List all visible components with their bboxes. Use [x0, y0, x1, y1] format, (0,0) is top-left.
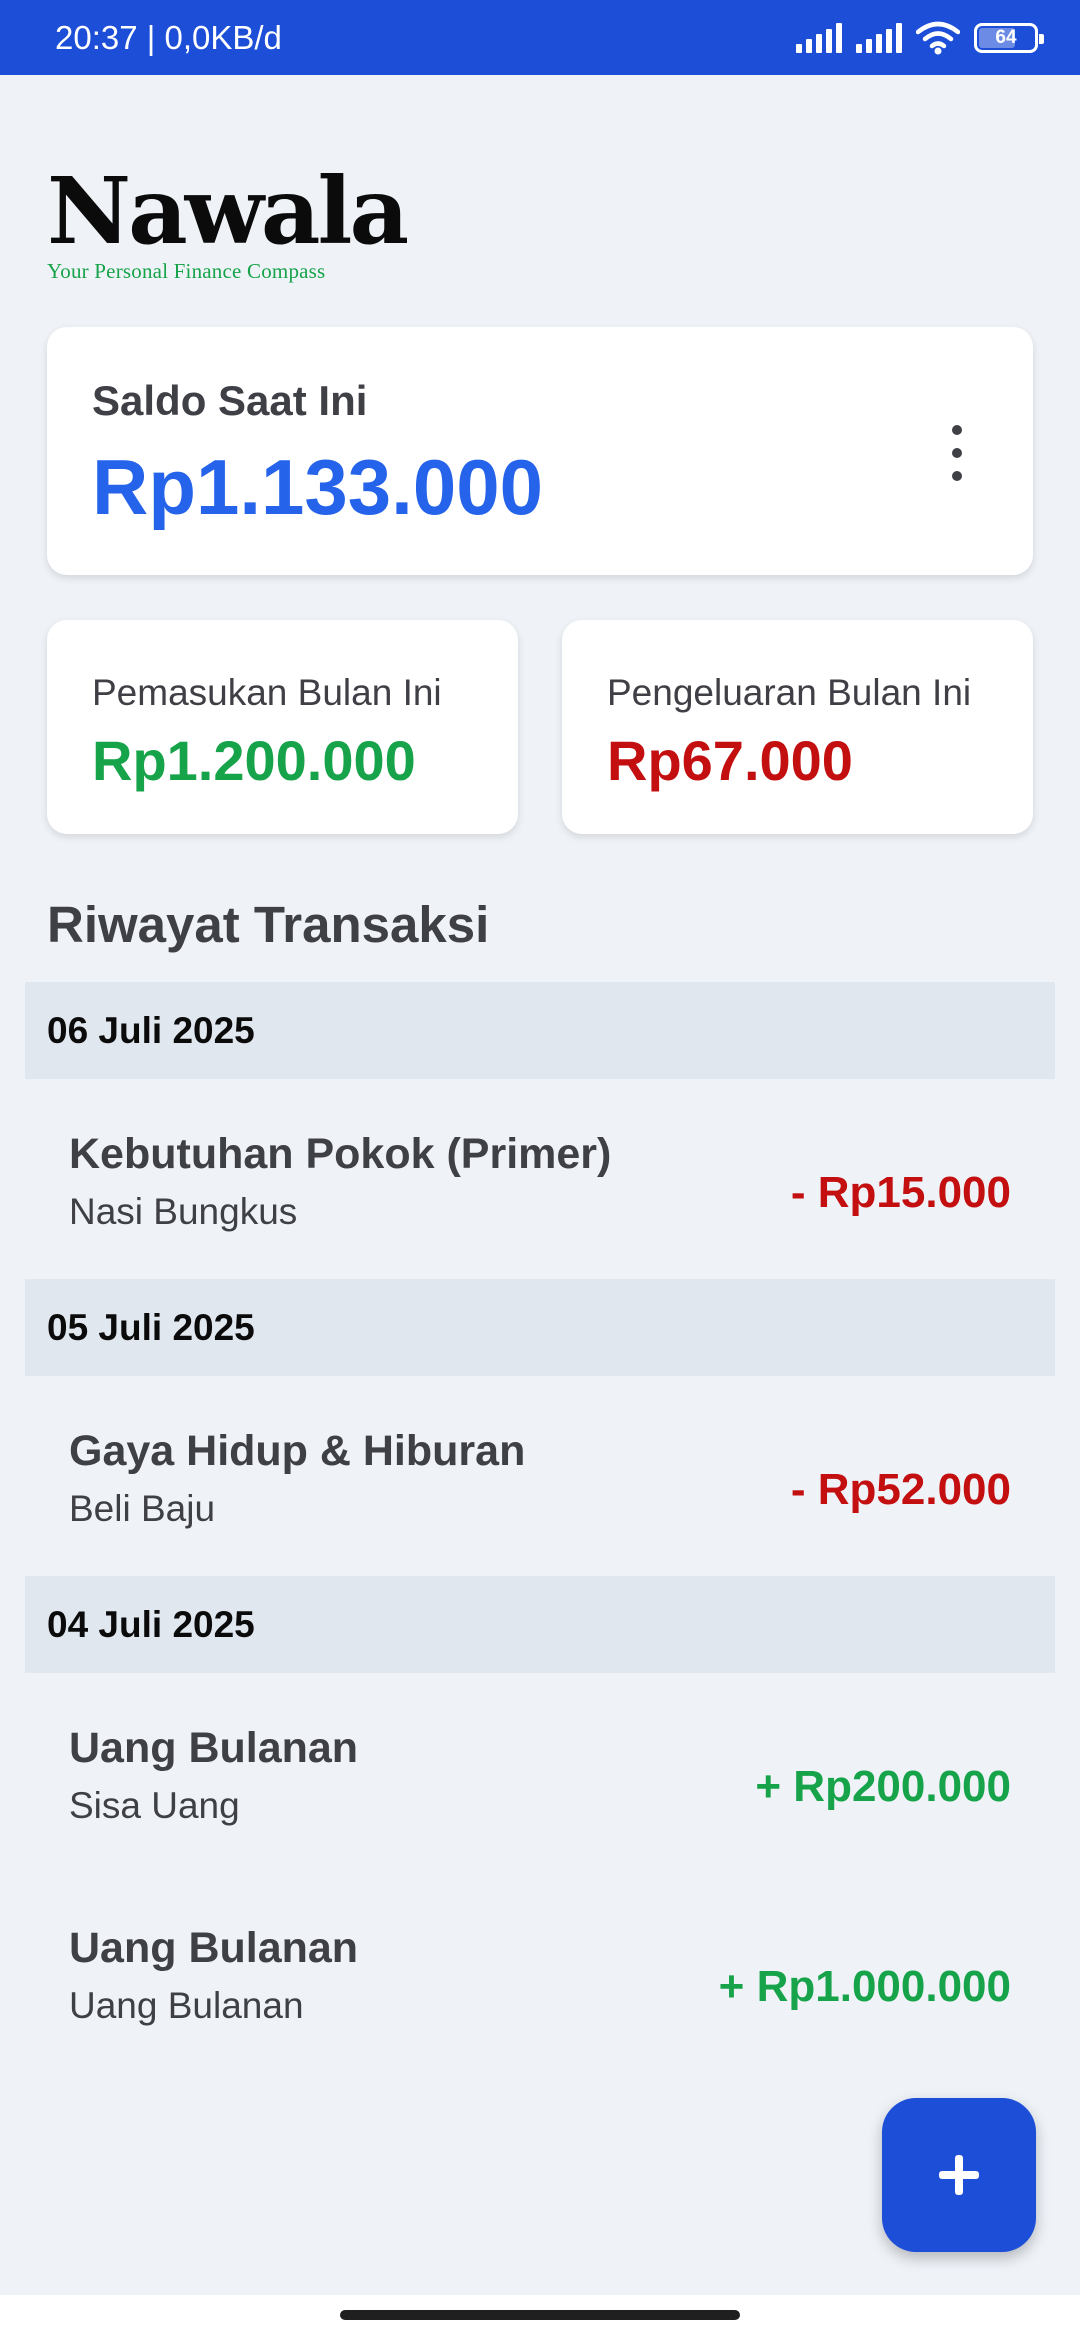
add-transaction-button[interactable] [882, 2098, 1036, 2252]
income-card: Pemasukan Bulan Ini Rp1.200.000 [47, 620, 518, 834]
expense-label: Pengeluaran Bulan Ini [607, 672, 972, 713]
date-header: 04 Juli 2025 [25, 1576, 1055, 1673]
battery-icon: 64 [974, 22, 1044, 53]
transaction-item[interactable]: Kebutuhan Pokok (Primer) Nasi Bungkus - … [69, 1130, 1011, 1233]
plus-icon [939, 2155, 979, 2195]
transaction-amount: - Rp15.000 [790, 1168, 1011, 1217]
transaction-item[interactable]: Uang Bulanan Uang Bulanan + Rp1.000.000 [69, 1924, 1011, 2027]
signal-icon [856, 22, 902, 53]
balance-card: Saldo Saat Ini Rp1.133.000 [47, 327, 1033, 575]
transaction-amount: - Rp52.000 [790, 1465, 1011, 1514]
status-time: 20:37 | 0,0KB/d [55, 18, 282, 56]
status-icons: 64 [796, 21, 1044, 55]
wifi-icon [916, 21, 960, 54]
expense-value: Rp67.000 [607, 729, 853, 792]
date-header: 05 Juli 2025 [25, 1279, 1055, 1376]
signal-icon [796, 22, 842, 53]
transaction-item[interactable]: Uang Bulanan Sisa Uang + Rp200.000 [69, 1724, 1011, 1827]
transaction-item[interactable]: Gaya Hidup & Hiburan Beli Baju - Rp52.00… [69, 1427, 1011, 1530]
home-indicator[interactable] [340, 2310, 740, 2320]
transaction-amount: + Rp200.000 [755, 1762, 1011, 1811]
expense-card: Pengeluaran Bulan Ini Rp67.000 [562, 620, 1033, 834]
more-options-icon[interactable] [939, 425, 975, 481]
app-title: Nawala [47, 157, 409, 265]
balance-value: Rp1.133.000 [92, 443, 543, 531]
income-label: Pemasukan Bulan Ini [92, 672, 442, 713]
battery-level: 64 [995, 26, 1017, 48]
app-logo: Nawala Your Personal Finance Compass [47, 157, 409, 284]
transaction-amount: + Rp1.000.000 [718, 1962, 1011, 2011]
status-bar: 20:37 | 0,0KB/d 64 [0, 0, 1080, 75]
date-header: 06 Juli 2025 [25, 982, 1055, 1079]
balance-label: Saldo Saat Ini [92, 377, 368, 424]
section-title: Riwayat Transaksi [47, 896, 490, 953]
income-value: Rp1.200.000 [92, 729, 416, 792]
navigation-bar [0, 2295, 1080, 2340]
